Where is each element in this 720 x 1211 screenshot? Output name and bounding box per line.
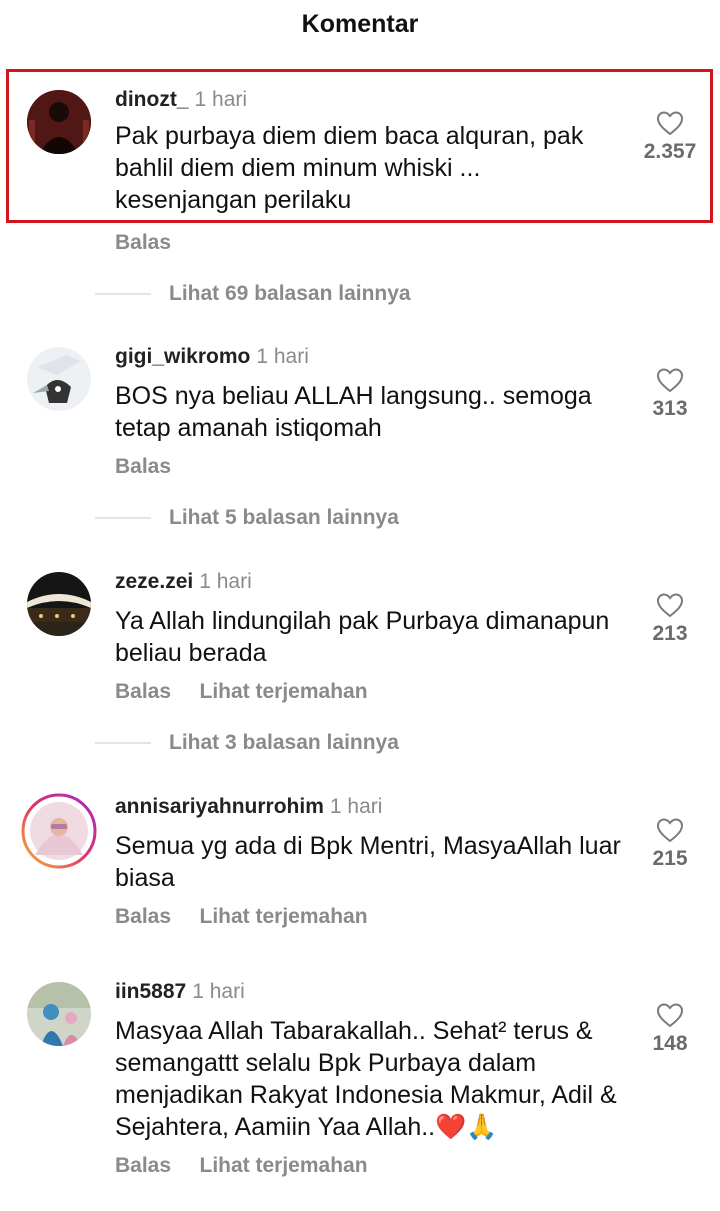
reply-button[interactable]: Balas xyxy=(115,231,171,254)
like-count: 215 xyxy=(652,847,688,870)
view-replies[interactable]: Lihat 69 balasan lainnya xyxy=(95,282,411,306)
username[interactable]: gigi_wikromo xyxy=(115,345,250,368)
view-replies[interactable]: Lihat 5 balasan lainnya xyxy=(95,506,399,530)
heart-icon xyxy=(656,1003,684,1028)
comment-text: Ya Allah lindungilah pak Purbaya dimanap… xyxy=(115,607,610,667)
like-button[interactable]: 215 xyxy=(620,817,720,871)
like-button[interactable]: 148 xyxy=(620,1002,720,1056)
divider xyxy=(95,517,151,519)
comment-text: Pak purbaya diem diem baca alquran, pak … xyxy=(115,122,584,214)
avatar[interactable] xyxy=(27,90,91,154)
timestamp: 1 hari xyxy=(199,570,252,593)
view-replies[interactable]: Lihat 3 balasan lainnya xyxy=(95,731,399,755)
username[interactable]: dinozt_ xyxy=(115,88,189,111)
like-count: 313 xyxy=(652,397,688,420)
page-title: Komentar xyxy=(301,10,419,38)
like-button[interactable]: 2.357 xyxy=(620,110,720,164)
like-button[interactable]: 313 xyxy=(620,367,720,421)
comment-text: BOS nya beliau ALLAH langsung.. semoga t… xyxy=(115,382,592,442)
divider xyxy=(95,293,151,295)
timestamp: 1 hari xyxy=(194,88,248,111)
avatar[interactable] xyxy=(21,793,97,869)
view-replies-label: Lihat 69 balasan lainnya xyxy=(169,282,411,305)
reply-button[interactable]: Balas xyxy=(115,680,171,703)
avatar[interactable] xyxy=(27,347,91,411)
heart-icon xyxy=(656,111,684,136)
comment-text: Semua yg ada di Bpk Mentri, MasyaAllah l… xyxy=(115,832,621,892)
view-replies-label: Lihat 3 balasan lainnya xyxy=(169,731,399,754)
heart-icon xyxy=(656,593,684,618)
username[interactable]: iin5887 xyxy=(115,980,186,1003)
avatar[interactable] xyxy=(27,982,91,1046)
avatar[interactable] xyxy=(27,572,91,636)
like-button[interactable]: 213 xyxy=(620,592,720,646)
like-count: 148 xyxy=(652,1032,688,1055)
like-count: 213 xyxy=(652,622,688,645)
username[interactable]: annisariyahnurrohim xyxy=(115,795,324,818)
comment-text: Masyaa Allah Tabarakallah.. Sehat² terus… xyxy=(115,1017,617,1141)
header: Komentar xyxy=(0,0,720,52)
translate-button[interactable]: Lihat terjemahan xyxy=(200,680,368,703)
divider xyxy=(95,742,151,744)
timestamp: 1 hari xyxy=(329,795,383,818)
reply-button[interactable]: Balas xyxy=(115,1154,171,1177)
reply-button[interactable]: Balas xyxy=(115,455,171,478)
reply-button[interactable]: Balas xyxy=(115,905,171,928)
username[interactable]: zeze.zei xyxy=(115,570,193,593)
timestamp: 1 hari xyxy=(192,980,245,1003)
heart-icon xyxy=(656,368,684,393)
translate-button[interactable]: Lihat terjemahan xyxy=(200,1154,368,1177)
timestamp: 1 hari xyxy=(256,345,309,368)
translate-button[interactable]: Lihat terjemahan xyxy=(200,905,368,928)
view-replies-label: Lihat 5 balasan lainnya xyxy=(169,506,399,529)
like-count: 2.357 xyxy=(643,140,697,163)
heart-icon xyxy=(656,818,684,843)
